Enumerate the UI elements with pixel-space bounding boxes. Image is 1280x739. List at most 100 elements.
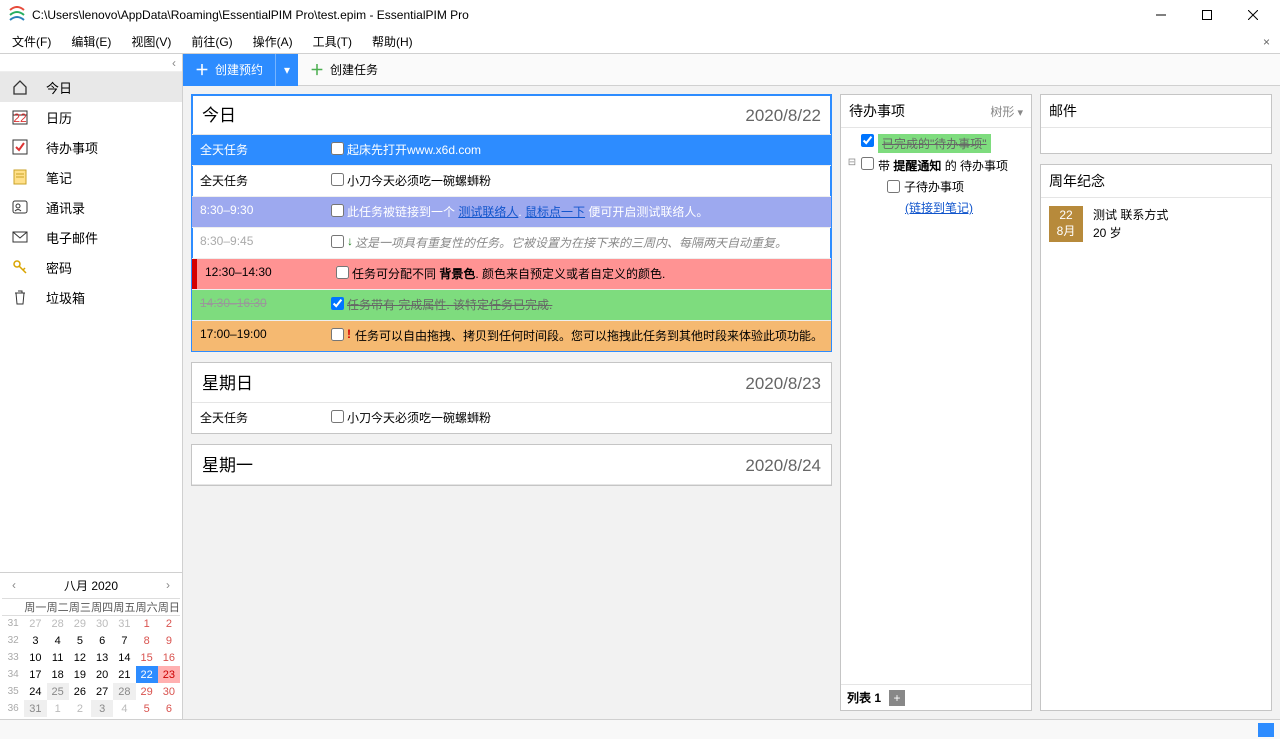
minical-day[interactable]: 11: [47, 649, 69, 666]
todo-view-dropdown[interactable]: 树形 ▾: [990, 103, 1023, 120]
minical-day[interactable]: 17: [24, 666, 46, 683]
minical-day[interactable]: 27: [24, 615, 46, 632]
todo-item-done[interactable]: 已完成的"待办事项": [847, 132, 1025, 155]
minical-day[interactable]: 21: [113, 666, 135, 683]
minical-day[interactable]: 13: [91, 649, 113, 666]
minical-day[interactable]: 9: [158, 632, 180, 649]
minical-day[interactable]: 14: [113, 649, 135, 666]
menu-help[interactable]: 帮助(H): [362, 30, 423, 53]
action-link[interactable]: 鼠标点一下: [525, 205, 585, 219]
minical-next[interactable]: ›: [160, 578, 176, 592]
minical-day[interactable]: 6: [91, 632, 113, 649]
event-checkbox[interactable]: [331, 173, 344, 186]
minical-day[interactable]: 31: [113, 615, 135, 632]
menu-tools[interactable]: 工具(T): [303, 30, 362, 53]
menu-view[interactable]: 视图(V): [121, 30, 181, 53]
minical-day[interactable]: 25: [47, 683, 69, 700]
event-text[interactable]: 这是一项具有重复性的任务。它被设置为在接下来的三周内、每隔两天自动重复。: [355, 228, 831, 258]
menu-action[interactable]: 操作(A): [243, 30, 303, 53]
nav-passwords[interactable]: 密码: [0, 252, 182, 282]
maximize-button[interactable]: [1184, 0, 1230, 30]
new-appointment-dropdown[interactable]: ▾: [275, 54, 298, 86]
event-text[interactable]: 任务带有 完成属性. 该特定任务已完成.: [347, 290, 831, 320]
status-monitor-icon[interactable]: [1258, 723, 1274, 737]
event-checkbox[interactable]: [331, 204, 344, 217]
minical-day[interactable]: 1: [136, 615, 158, 632]
event-checkbox[interactable]: [331, 142, 344, 155]
close-button[interactable]: [1230, 0, 1276, 30]
event-checkbox[interactable]: [331, 328, 344, 341]
event-text[interactable]: 小刀今天必须吃一碗螺蛳粉: [347, 166, 831, 196]
minical-day[interactable]: 18: [47, 666, 69, 683]
sidebar-collapse-button[interactable]: ‹: [0, 54, 182, 72]
minical-day[interactable]: 22: [136, 666, 158, 683]
todo-checkbox[interactable]: [861, 157, 874, 170]
agenda-row[interactable]: 全天任务小刀今天必须吃一碗螺蛳粉: [192, 166, 831, 197]
minical-title[interactable]: 八月 2020: [64, 577, 118, 594]
todo-checkbox[interactable]: [861, 134, 874, 147]
minical-day[interactable]: 28: [113, 683, 135, 700]
minical-day[interactable]: 19: [69, 666, 91, 683]
event-text[interactable]: 起床先打开www.x6d.com: [347, 135, 831, 165]
event-text[interactable]: 此任务被链接到一个 测试联络人. 鼠标点一下 便可开启测试联络人。: [347, 197, 831, 227]
menu-file[interactable]: 文件(F): [2, 30, 61, 53]
nav-contacts[interactable]: 通讯录: [0, 192, 182, 222]
minical-day[interactable]: 12: [69, 649, 91, 666]
minical-day[interactable]: 24: [24, 683, 46, 700]
nav-calendar[interactable]: 22 日历: [0, 102, 182, 132]
agenda-row[interactable]: 12:30–14:30任务可分配不同 背景色. 颜色来自预定义或者自定义的颜色.: [192, 259, 831, 290]
todo-list-tab[interactable]: 列表 1: [847, 689, 881, 706]
minical-prev[interactable]: ‹: [6, 578, 22, 592]
minical-day[interactable]: 23: [158, 666, 180, 683]
agenda-row[interactable]: 8:30–9:30此任务被链接到一个 测试联络人. 鼠标点一下 便可开启测试联络…: [192, 197, 831, 228]
event-text[interactable]: 任务可分配不同 背景色. 颜色来自预定义或者自定义的颜色.: [352, 259, 831, 289]
minical-day[interactable]: 26: [69, 683, 91, 700]
minical-day[interactable]: 29: [136, 683, 158, 700]
agenda-row[interactable]: 8:30–9:45↓这是一项具有重复性的任务。它被设置为在接下来的三周内、每隔两…: [192, 228, 831, 259]
minical-day[interactable]: 5: [136, 700, 158, 717]
todo-item-child[interactable]: 子待办事项 (链接到笔记): [847, 176, 1025, 218]
minical-day[interactable]: 30: [91, 615, 113, 632]
minical-day[interactable]: 20: [91, 666, 113, 683]
minical-day[interactable]: 10: [24, 649, 46, 666]
minical-day[interactable]: 31: [24, 700, 46, 717]
minical-day[interactable]: 27: [91, 683, 113, 700]
agenda-row[interactable]: 17:00–19:00!任务可以自由拖拽、拷贝到任何时间段。您可以拖拽此任务到其…: [192, 321, 831, 351]
agenda-row[interactable]: 全天任务起床先打开www.x6d.com: [192, 135, 831, 166]
minical-day[interactable]: 6: [158, 700, 180, 717]
minical-day[interactable]: 8: [136, 632, 158, 649]
minical-day[interactable]: 2: [69, 700, 91, 717]
nav-mail[interactable]: 电子邮件: [0, 222, 182, 252]
menu-go[interactable]: 前往(G): [181, 30, 242, 53]
event-checkbox[interactable]: [331, 297, 344, 310]
new-appointment-button[interactable]: ＋ 创建预约: [183, 54, 275, 86]
event-checkbox[interactable]: [336, 266, 349, 279]
nav-notes[interactable]: 笔记: [0, 162, 182, 192]
agenda-row[interactable]: 14:30–16:30任务带有 完成属性. 该特定任务已完成.: [192, 290, 831, 321]
tree-toggle-icon[interactable]: ⊟: [847, 157, 857, 168]
minical-day[interactable]: 2: [158, 615, 180, 632]
event-checkbox[interactable]: [331, 235, 344, 248]
contact-link[interactable]: 测试联络人: [458, 205, 518, 219]
minical-day[interactable]: 5: [69, 632, 91, 649]
minical-day[interactable]: 30: [158, 683, 180, 700]
add-list-button[interactable]: +: [889, 690, 905, 706]
minimize-button[interactable]: [1138, 0, 1184, 30]
event-checkbox[interactable]: [331, 410, 344, 423]
menubar-close-icon[interactable]: ×: [1255, 35, 1278, 49]
minical-day[interactable]: 1: [47, 700, 69, 717]
minical-day[interactable]: 4: [113, 700, 135, 717]
nav-trash[interactable]: 垃圾箱: [0, 282, 182, 312]
minical-day[interactable]: 15: [136, 649, 158, 666]
minical-day[interactable]: 4: [47, 632, 69, 649]
todo-checkbox[interactable]: [887, 180, 900, 193]
anniversary-entry[interactable]: 测试 联系方式 20 岁: [1093, 206, 1168, 242]
minical-day[interactable]: 7: [113, 632, 135, 649]
agenda-row[interactable]: 全天任务小刀今天必须吃一碗螺蛳粉: [192, 403, 831, 433]
todo-child-link[interactable]: (链接到笔记): [905, 199, 973, 216]
todo-item-reminder[interactable]: ⊟ 带 提醒通知 的 待办事项: [847, 155, 1025, 176]
nav-today[interactable]: 今日: [0, 72, 182, 102]
minical-day[interactable]: 3: [91, 700, 113, 717]
minical-day[interactable]: 16: [158, 649, 180, 666]
new-task-button[interactable]: ＋ 创建任务: [298, 54, 390, 86]
